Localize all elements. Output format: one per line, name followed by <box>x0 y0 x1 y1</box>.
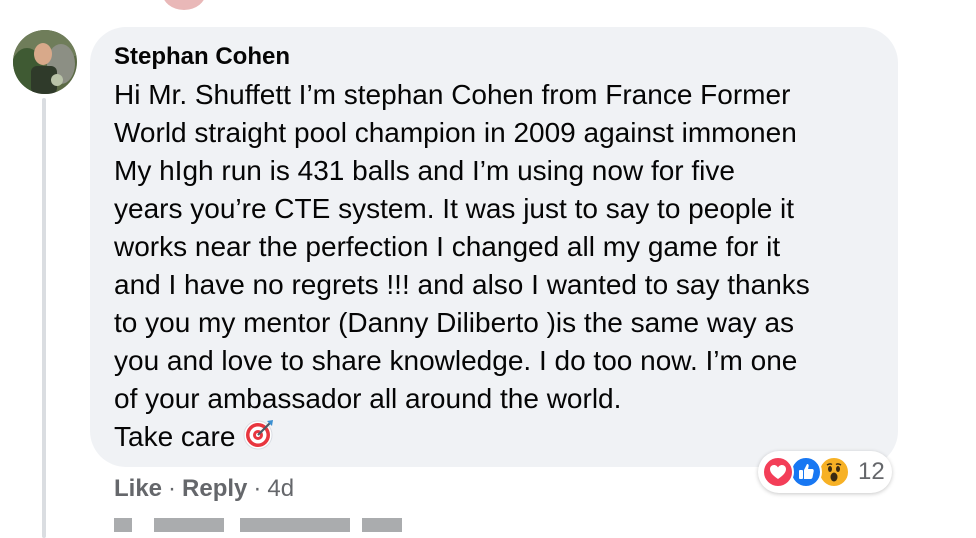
avatar-photo-icon <box>13 30 77 94</box>
comment-author[interactable]: Stephan Cohen <box>114 43 290 71</box>
separator: · <box>253 475 262 502</box>
love-icon <box>762 456 794 488</box>
comment-line: to you my mentor (Danny Diliberto )is th… <box>114 307 795 338</box>
truncated-text <box>154 518 224 532</box>
truncated-text <box>240 518 350 532</box>
reply-button[interactable]: Reply <box>182 475 247 502</box>
separator: · <box>168 475 177 502</box>
comment-line: years you’re CTE system. It was just to … <box>114 193 795 224</box>
like-icon <box>790 456 822 488</box>
comment-line: Hi Mr. Shuffett I’m stephan Cohen from F… <box>114 79 791 110</box>
reply-arrow-icon <box>114 518 132 532</box>
comment-line: and I have no regrets !!! and also I wan… <box>114 269 810 300</box>
comment-line: of your ambassador all around the world. <box>114 383 622 414</box>
reaction-count: 12 <box>858 458 885 485</box>
reactions-summary[interactable]: 12 <box>758 451 892 493</box>
comment-line: you and love to share knowledge. I do to… <box>114 345 798 376</box>
truncated-text <box>362 518 402 532</box>
comment-text: Hi Mr. Shuffett I’m stephan Cohen from F… <box>114 76 894 456</box>
avatar[interactable] <box>13 30 77 94</box>
view-more-replies-row[interactable] <box>114 518 414 532</box>
comment-timestamp[interactable]: 4d <box>267 475 294 502</box>
like-button[interactable]: Like <box>114 475 162 502</box>
thread-line <box>42 98 46 538</box>
comment-actions: Like · Reply · 4d <box>114 475 294 503</box>
previous-comment-avatar[interactable] <box>162 0 206 10</box>
comment-line: works near the perfection I changed all … <box>114 231 781 262</box>
comment-line: Take care <box>114 421 236 452</box>
comment-line: World straight pool champion in 2009 aga… <box>114 117 797 148</box>
direct-hit-target-icon <box>243 418 275 460</box>
comment-line: My hIgh run is 431 balls and I’m using n… <box>114 155 735 186</box>
wow-icon <box>818 456 850 488</box>
